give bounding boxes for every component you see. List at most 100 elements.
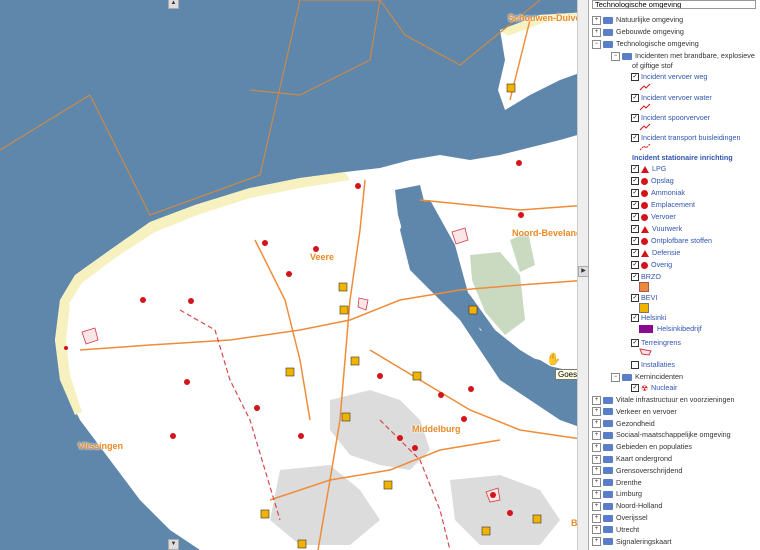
expand-icon[interactable]: + <box>592 513 601 523</box>
search-input[interactable] <box>592 0 756 9</box>
expand-icon[interactable]: + <box>592 395 601 405</box>
place-label-vlissingen: Vlissingen <box>78 441 124 451</box>
layer-lpg[interactable]: ✓ LPG <box>631 163 666 174</box>
checkbox[interactable]: ✓ <box>631 177 639 186</box>
expand-icon[interactable]: + <box>592 501 601 511</box>
tree-item-bottom[interactable]: + Utrecht <box>592 524 639 535</box>
tree-item-technologische[interactable]: − Technologische omgeving <box>592 38 699 49</box>
expand-icon[interactable]: + <box>592 454 601 464</box>
tree-item-bottom[interactable]: + Limburg <box>592 488 642 499</box>
layer-defensie[interactable]: ✓ Defensie <box>631 247 680 258</box>
checkbox[interactable]: ✓ <box>631 201 639 210</box>
folder-icon <box>603 479 613 487</box>
layer-overig[interactable]: ✓ Overig <box>631 259 672 270</box>
checkbox[interactable] <box>631 361 639 370</box>
folder-icon <box>622 373 632 381</box>
radiation-icon: ☢ <box>641 383 649 393</box>
checkbox[interactable]: ✓ <box>631 225 639 234</box>
checkbox[interactable]: ✓ <box>631 94 639 103</box>
expand-icon[interactable]: + <box>592 478 601 488</box>
scroll-right-button[interactable]: ▶ <box>578 266 588 277</box>
checkbox[interactable]: ✓ <box>631 249 639 258</box>
expand-icon[interactable]: + <box>592 525 601 535</box>
layer-ontplofbare[interactable]: ✓ Ontplofbare stoffen <box>631 235 712 246</box>
layer-installaties[interactable]: Installaties <box>631 359 675 370</box>
layer-incident-buisleidingen[interactable]: ✓ Incident transport buisleidingen <box>631 132 741 143</box>
layer-bevi[interactable]: ✓ BEVI <box>631 292 657 303</box>
folder-icon <box>603 40 613 48</box>
checkbox[interactable]: ✓ <box>631 384 639 393</box>
tree-item-bottom[interactable]: + Vitale infrastructuur en voorzieningen <box>592 394 735 405</box>
layer-incident-spoor[interactable]: ✓ Incident spoorvervoer <box>631 112 710 123</box>
tree-item-gebouwde[interactable]: + Gebouwde omgeving <box>592 26 684 37</box>
place-label-veere: Veere <box>310 252 335 262</box>
checkbox[interactable]: ✓ <box>631 114 639 123</box>
scroll-up-button[interactable]: ▲ <box>168 0 179 9</box>
map-view[interactable]: Schouwen-Duiveland Noord-Beveland Veere … <box>0 0 588 550</box>
layer-vervoer[interactable]: ✓ Vervoer <box>631 211 676 222</box>
checkbox[interactable]: ✓ <box>631 339 639 348</box>
collapse-icon[interactable]: − <box>592 39 601 49</box>
tree-item-bottom[interactable]: + Kaart ondergrond <box>592 453 672 464</box>
place-label-noord-beveland: Noord-Beveland <box>512 228 582 238</box>
scroll-down-button[interactable]: ▼ <box>168 539 179 550</box>
expand-icon[interactable]: + <box>592 537 601 547</box>
folder-icon <box>603 408 613 416</box>
layer-incident-water[interactable]: ✓ Incident vervoer water <box>631 92 712 103</box>
folder-icon <box>603 420 613 428</box>
folder-icon <box>603 502 613 510</box>
layer-opslag[interactable]: ✓ Opslag <box>631 175 674 186</box>
checkbox[interactable]: ✓ <box>631 314 639 323</box>
layer-nucleair[interactable]: ✓ ☢ Nucleair <box>631 382 677 393</box>
folder-icon <box>603 455 613 463</box>
expand-icon[interactable]: + <box>592 15 601 25</box>
expand-icon[interactable]: + <box>592 27 601 37</box>
tree-item-natuurlijke[interactable]: + Natuurlijke omgeving <box>592 14 683 25</box>
layer-helsinki[interactable]: ✓ Helsinki <box>631 312 666 323</box>
checkbox[interactable]: ✓ <box>631 134 639 143</box>
expand-icon[interactable]: + <box>592 430 601 440</box>
layer-emplacement[interactable]: ✓ Emplacement <box>631 199 695 210</box>
dot-icon <box>641 201 648 209</box>
tree-item-bottom[interactable]: + Sociaal-maatschappelijke omgeving <box>592 429 731 440</box>
expand-icon[interactable]: + <box>592 466 601 476</box>
tree-item-incidenten-group-cont: of giftige stof <box>632 61 673 70</box>
expand-icon[interactable]: + <box>592 442 601 452</box>
tree-item-bottom[interactable]: + Gezondheid <box>592 418 655 429</box>
checkbox[interactable]: ✓ <box>631 213 639 222</box>
folder-icon <box>603 490 613 498</box>
layer-vuurwerk[interactable]: ✓ Vuurwerk <box>631 223 682 234</box>
checkbox[interactable]: ✓ <box>631 273 639 282</box>
folder-icon <box>603 526 613 534</box>
expand-icon[interactable]: + <box>592 407 601 417</box>
tree-item-bottom[interactable]: + Overijssel <box>592 512 648 523</box>
tree-item-bottom[interactable]: + Gebieden en populaties <box>592 441 692 452</box>
dot-icon <box>641 213 648 221</box>
folder-icon <box>603 396 613 404</box>
layer-brzo[interactable]: ✓ BRZO <box>631 271 661 282</box>
tree-item-bottom[interactable]: + Signaleringskaart <box>592 536 672 547</box>
folder-icon <box>603 538 613 546</box>
collapse-icon[interactable]: − <box>611 372 620 382</box>
tree-item-bottom[interactable]: + Verkeer en vervoer <box>592 406 677 417</box>
tree-item-bottom[interactable]: + Grensoverschrijdend <box>592 465 682 476</box>
layer-ammoniak[interactable]: ✓ Ammoniak <box>631 187 685 198</box>
tree-item-bottom[interactable]: + Noord-Holland <box>592 500 662 511</box>
tree-item-kernincidenten[interactable]: − Kernincidenten <box>611 371 683 382</box>
checkbox[interactable]: ✓ <box>631 165 639 174</box>
checkbox[interactable]: ✓ <box>631 261 639 270</box>
layer-incident-weg[interactable]: ✓ Incident vervoer weg <box>631 71 707 82</box>
tree-item-bottom[interactable]: + Drenthe <box>592 477 642 488</box>
dot-icon <box>641 261 648 269</box>
checkbox[interactable]: ✓ <box>631 237 639 246</box>
collapse-icon[interactable]: − <box>611 51 620 61</box>
checkbox[interactable]: ✓ <box>631 294 639 303</box>
map-canvas[interactable] <box>0 0 588 550</box>
checkbox[interactable]: ✓ <box>631 189 639 198</box>
expand-icon[interactable]: + <box>592 419 601 429</box>
triangle-icon <box>641 165 649 173</box>
checkbox[interactable]: ✓ <box>631 73 639 82</box>
expand-icon[interactable]: + <box>592 489 601 499</box>
layer-terreingrens[interactable]: ✓ Terreingrens <box>631 337 681 348</box>
line-symbol-icon <box>639 143 651 151</box>
